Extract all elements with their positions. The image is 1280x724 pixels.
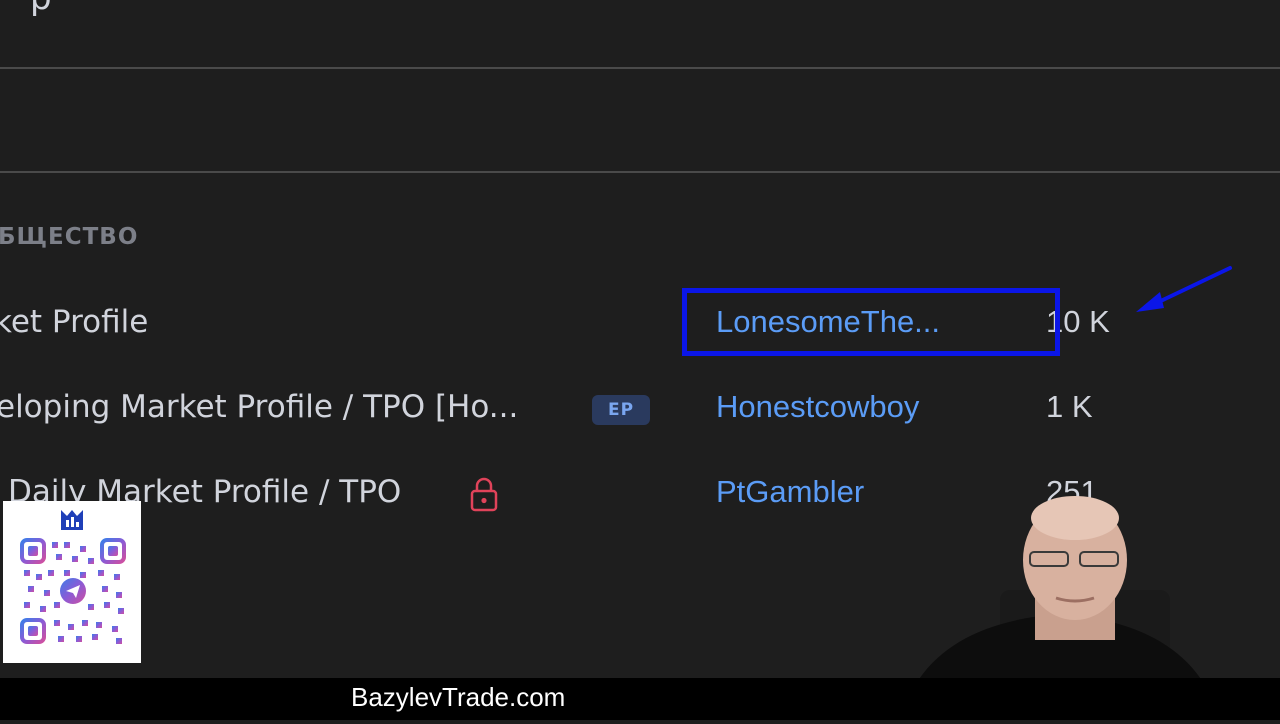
page-title-fragment: р — [30, 0, 52, 18]
author-link[interactable]: PtGambler — [716, 474, 864, 510]
author-link[interactable]: Honestcowboy — [716, 389, 919, 425]
editors-pick-badge: EP — [592, 395, 650, 425]
website-caption: BazylevTrade.com — [351, 682, 566, 712]
bottom-caption-bar: BazylevTrade.com — [0, 678, 1280, 720]
highlight-box — [682, 288, 1060, 356]
divider-top — [0, 67, 1280, 69]
script-name-link[interactable]: eloping Market Profile / TPO [Ho... — [0, 389, 518, 425]
qr-card — [3, 501, 141, 663]
script-row[interactable]: ket Profile LonesomeThe... 10 K — [0, 294, 1280, 354]
arrow-icon — [1132, 262, 1236, 322]
boost-count: 1 K — [1046, 389, 1093, 424]
lock-icon — [468, 476, 500, 516]
section-header-community: БЩЕСТВО — [0, 224, 139, 250]
script-row[interactable]: eloping Market Profile / TPO [Ho... EP H… — [0, 379, 1280, 439]
divider-middle — [0, 171, 1280, 173]
chart-logo-icon — [59, 506, 85, 536]
script-name-link[interactable]: ket Profile — [0, 304, 148, 340]
qr-code-icon — [18, 536, 128, 650]
